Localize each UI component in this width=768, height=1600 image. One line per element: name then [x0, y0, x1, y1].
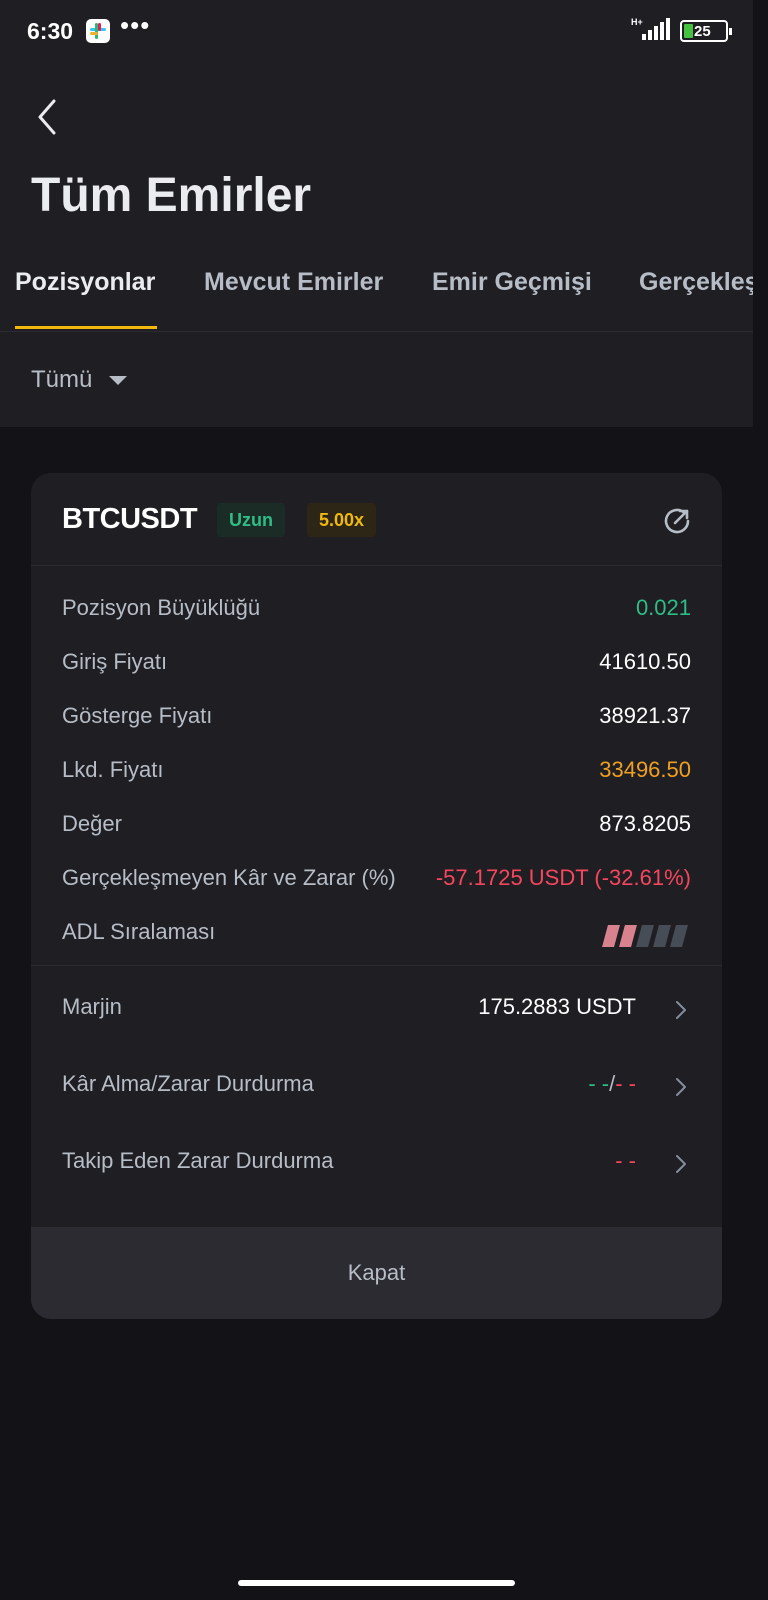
- back-icon[interactable]: [30, 97, 64, 137]
- status-time: 6:30: [27, 18, 74, 44]
- home-indicator[interactable]: [238, 1580, 515, 1586]
- detail-row-value: Değer 873.8205: [31, 799, 722, 853]
- adl-bar: [619, 925, 637, 947]
- adl-bar: [602, 925, 620, 947]
- tp-sl-value: - -/- -: [588, 1071, 636, 1097]
- page-title: Tüm Emirler: [31, 169, 312, 222]
- detail-label: Giriş Fiyatı: [62, 649, 168, 674]
- position-actions: Marjin 175.2883 USDT Kâr Alma/Zarar Durd…: [31, 966, 722, 1205]
- battery-icon: 25: [680, 20, 732, 42]
- tab-bar: Pozisyonlar Mevcut Emirler Emir Geçmişi …: [0, 262, 753, 332]
- adl-indicator: [602, 925, 689, 947]
- more-dots-icon: •••: [120, 10, 151, 40]
- entry-price-value: 41610.50: [599, 649, 691, 674]
- tab-order-history[interactable]: Emir Geçmişi: [432, 268, 592, 297]
- tab-open-orders[interactable]: Mevcut Emirler: [204, 268, 383, 297]
- adl-bar: [670, 925, 688, 947]
- trailing-stop-label: Takip Eden Zarar Durdurma: [62, 1148, 334, 1173]
- mark-price-value: 38921.37: [599, 703, 691, 728]
- signal-icon: [642, 18, 670, 40]
- detail-row-adl: ADL Sıralaması: [31, 907, 722, 961]
- detail-row-size: Pozisyon Büyüklüğü 0.021: [31, 583, 722, 637]
- position-card: BTCUSDT Uzun 5.00x Pozisyon Büyüklüğü 0.…: [31, 473, 722, 1319]
- stop-loss-value: - -: [615, 1071, 636, 1096]
- leverage-badge: 5.00x: [307, 503, 377, 537]
- adl-bar: [653, 925, 671, 947]
- tab-positions[interactable]: Pozisyonlar: [15, 268, 155, 297]
- tab-trade-history[interactable]: Gerçekleş: [639, 268, 753, 297]
- position-size-value: 0.021: [635, 595, 691, 620]
- detail-row-mark-price: Gösterge Fiyatı 38921.37: [31, 691, 722, 745]
- trailing-stop-value: - -: [615, 1148, 636, 1173]
- unrealized-pnl-value: -57.1725 USDT (-32.61%): [435, 865, 691, 890]
- active-tab-indicator: [15, 326, 157, 329]
- status-bar: 6:30 ••• H+ 25: [0, 0, 753, 62]
- position-symbol: BTCUSDT: [62, 503, 198, 535]
- chevron-right-icon[interactable]: [674, 999, 688, 1021]
- chevron-right-icon[interactable]: [674, 1076, 688, 1098]
- chevron-right-icon[interactable]: [674, 1153, 688, 1175]
- detail-label: Değer: [62, 811, 122, 836]
- detail-label: Gerçekleşmeyen Kâr ve Zarar (%): [62, 865, 396, 890]
- detail-label: Pozisyon Büyüklüğü: [62, 595, 261, 620]
- margin-label: Marjin: [62, 994, 122, 1019]
- tp-sl-row[interactable]: Kâr Alma/Zarar Durdurma - -/- -: [31, 1051, 722, 1128]
- filter-dropdown[interactable]: Tümü: [31, 366, 92, 394]
- share-icon[interactable]: [662, 506, 692, 536]
- liquidation-price-value: 33496.50: [599, 757, 691, 782]
- take-profit-value: - -: [588, 1071, 610, 1096]
- trailing-stop-row[interactable]: Takip Eden Zarar Durdurma - -: [31, 1128, 722, 1205]
- detail-label: ADL Sıralaması: [62, 919, 216, 944]
- slack-icon: [86, 19, 110, 43]
- position-card-header: BTCUSDT Uzun 5.00x: [31, 473, 722, 566]
- top-section: 6:30 ••• H+ 25 Tüm Emirler Pozisyonlar M…: [0, 0, 753, 427]
- tp-sl-label: Kâr Alma/Zarar Durdurma: [62, 1071, 314, 1096]
- detail-row-unrealized-pnl: Gerçekleşmeyen Kâr ve Zarar (%) -57.1725…: [31, 853, 722, 907]
- adl-bar: [636, 925, 654, 947]
- caret-down-icon[interactable]: [109, 376, 127, 385]
- detail-label: Gösterge Fiyatı: [62, 703, 213, 728]
- margin-value: 175.2883 USDT: [478, 994, 636, 1019]
- margin-row[interactable]: Marjin 175.2883 USDT: [31, 974, 722, 1051]
- detail-row-liq-price: Lkd. Fiyatı 33496.50: [31, 745, 722, 799]
- battery-level: 25: [694, 23, 711, 40]
- position-details: Pozisyon Büyüklüğü 0.021 Giriş Fiyatı 41…: [31, 566, 722, 966]
- detail-row-entry-price: Giriş Fiyatı 41610.50: [31, 637, 722, 691]
- close-position-button[interactable]: Kapat: [31, 1227, 722, 1319]
- network-type-icon: H+: [631, 17, 643, 27]
- detail-label: Lkd. Fiyatı: [62, 757, 164, 782]
- side-badge: Uzun: [217, 503, 285, 537]
- position-value: 873.8205: [599, 811, 691, 836]
